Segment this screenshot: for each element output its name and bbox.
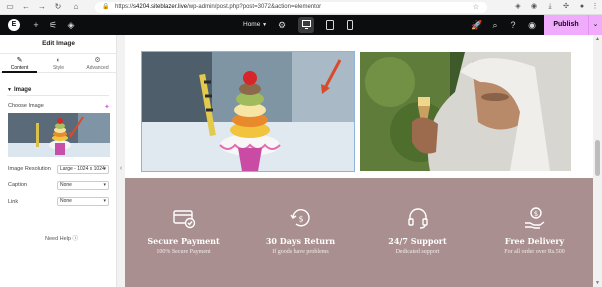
caption-select[interactable]: None ▾ [57, 181, 109, 190]
feature-title: Free Delivery [504, 236, 565, 246]
url-prefix: https:// [115, 4, 134, 10]
caption-label: Caption [8, 182, 27, 188]
svg-text:$: $ [534, 210, 538, 218]
reload-icon[interactable]: ↻ [52, 1, 64, 13]
image-resolution-value: Large - 1024 x 1024 [60, 166, 105, 172]
tab-style-label: Style [52, 65, 65, 71]
publish-options-chevron-icon[interactable]: ⌄ [588, 15, 602, 35]
lock-icon: 🔒 [102, 4, 110, 10]
tab-advanced-label: Advanced [86, 65, 109, 71]
page-selector[interactable]: Home ▼ [243, 19, 267, 31]
desktop-view-icon[interactable] [298, 17, 314, 33]
features-section: Secure Payment 100% Secure Payment $ 30 … [125, 178, 593, 287]
back-icon[interactable]: ← [20, 1, 32, 13]
panel-title: Edit Image [42, 40, 75, 47]
rocket-notification-icon[interactable]: 🚀 [471, 19, 483, 31]
address-bar[interactable]: 🔒 https://s4204.siteblazer.live/wp-admin… [95, 2, 487, 13]
tab-style[interactable]: ◐ Style [39, 54, 78, 72]
gear-icon: ⚙ [94, 57, 101, 64]
tab-advanced[interactable]: ⚙ Advanced [78, 54, 117, 72]
chevron-down-icon: ▾ [103, 182, 106, 188]
chevron-down-icon: ▾ [103, 166, 106, 172]
publish-button[interactable]: Publish [544, 15, 588, 35]
need-help-label: Need Help [45, 236, 71, 242]
ai-sparkle-icon[interactable]: ✦ [104, 103, 110, 111]
link-value: None [60, 198, 72, 204]
svg-text:$: $ [298, 215, 303, 224]
link-select[interactable]: None ▾ [57, 197, 109, 206]
feature-subtitle: 100% Secure Payment [156, 249, 211, 255]
feature-title: 24/7 Support [388, 236, 447, 246]
caret-down-icon: ▼ [7, 87, 12, 93]
profile-icon[interactable]: ● [577, 2, 587, 12]
sidebar-toggle-icon[interactable]: ▭ [4, 1, 16, 13]
page-settings-gear-icon[interactable]: ⚙ [276, 19, 288, 31]
help-circle-icon: ⓘ [72, 236, 79, 242]
divider [7, 95, 109, 96]
ice-cream-toy-image[interactable] [141, 51, 355, 172]
feature-subtitle: If goods have problems [272, 249, 329, 255]
image-resolution-select[interactable]: Large - 1024 x 1024 ▾ [57, 165, 109, 174]
tab-content[interactable]: ✎ Content [0, 54, 39, 73]
mobile-view-icon[interactable] [343, 17, 359, 33]
settings-sliders-icon[interactable]: ⚟ [47, 19, 59, 31]
home-icon[interactable]: ⌂ [70, 1, 82, 13]
editor-topbar: E + ⚟ ◈ Home ▼ ⚙ 🚀 ⌕ ? ◉ [0, 15, 602, 35]
url-domain: s4204.siteblazer.live [133, 4, 188, 10]
forward-icon[interactable]: → [36, 1, 48, 13]
section-title: Image [13, 87, 32, 93]
choose-image-label: Choose Image [8, 103, 44, 109]
feature-subtitle: For all order over Rs.500 [504, 249, 565, 255]
image-resolution-label: Image Resolution [8, 166, 51, 172]
pencil-icon: ✎ [16, 57, 23, 64]
url-path: /wp-admin/post.php?post=3072&action=elem… [187, 4, 322, 10]
bookmark-star-icon[interactable]: ☆ [473, 2, 479, 13]
extensions-puzzle-icon[interactable]: ✣ [561, 2, 571, 12]
hand-dollar-icon: $ [523, 206, 547, 230]
browser-toolbar: ▭ ← → ↻ ⌂ 🔒 https://s4204.siteblazer.liv… [0, 0, 602, 15]
need-help-link[interactable]: Need Help ⓘ [45, 234, 78, 242]
preview-canvas: Secure Payment 100% Secure Payment $ 30 … [125, 35, 593, 287]
editor-panel: Edit Image ✎ Content ◐ Style ⚙ Advanced … [0, 35, 117, 287]
return-dollar-icon: $ [289, 206, 313, 230]
choose-image-preview[interactable] [8, 113, 110, 157]
half-circle-icon: ◐ [56, 57, 61, 64]
chevron-down-icon: ▾ [103, 198, 106, 204]
chevron-down-icon: ▼ [262, 22, 268, 28]
tablet-view-icon[interactable] [322, 17, 338, 33]
preview-eye-icon[interactable]: ◉ [526, 19, 538, 31]
link-label: Link [8, 199, 19, 205]
page-selector-label: Home [243, 21, 261, 28]
scroll-up-icon[interactable]: ▲ [593, 36, 602, 42]
canvas-scrollbar[interactable]: ▲ ▼ [593, 35, 602, 287]
download-icon[interactable]: ⤓ [545, 2, 555, 12]
card-check-icon [172, 206, 196, 230]
menu-icon[interactable]: ⋮ [590, 2, 600, 12]
add-element-icon[interactable]: + [30, 19, 42, 31]
search-icon[interactable]: ⌕ [489, 19, 501, 31]
scroll-down-icon[interactable]: ▼ [593, 280, 602, 286]
extension-icon[interactable]: ◉ [529, 2, 539, 12]
elementor-logo-icon[interactable]: E [8, 19, 20, 31]
extension-shield-icon[interactable]: ◈ [513, 2, 523, 12]
feature-title: 30 Days Return [265, 236, 336, 246]
help-circle-icon[interactable]: ? [507, 19, 519, 31]
collapse-panel-icon[interactable]: ‹ [117, 162, 125, 176]
section-image-toggle[interactable]: ▼ Image [7, 87, 31, 93]
scrollbar-thumb[interactable] [595, 140, 600, 176]
caption-value: None [60, 182, 72, 188]
headset-icon [406, 206, 430, 230]
feature-title: Secure Payment [147, 236, 220, 246]
tab-content-label: Content [10, 65, 29, 71]
panel-tabs: ✎ Content ◐ Style ⚙ Advanced [0, 53, 117, 73]
woman-eating-ice-cream-image[interactable] [360, 52, 571, 171]
feature-subtitle: Dedicated support [395, 249, 440, 255]
structure-layers-icon[interactable]: ◈ [65, 19, 77, 31]
